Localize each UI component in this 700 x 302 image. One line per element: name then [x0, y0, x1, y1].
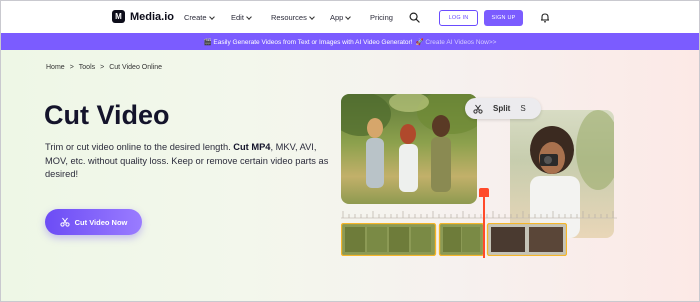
- login-button[interactable]: LOG IN: [439, 10, 478, 26]
- promo-banner: 🎬 Easily Generate Videos from Text or Im…: [1, 33, 699, 50]
- split-label: Split: [493, 104, 511, 113]
- timeline-ruler: [341, 211, 617, 219]
- split-shortcut-key: S: [520, 104, 526, 113]
- women-photo-illustration: [341, 94, 477, 192]
- hero-description: Trim or cut video online to the desired …: [45, 141, 340, 182]
- desc-bold: Cut MP4: [233, 142, 271, 152]
- chevron-down-icon: [309, 13, 315, 20]
- scissors-icon: [60, 217, 70, 227]
- nav-edit-label: Edit: [231, 13, 244, 22]
- nav-pricing[interactable]: Pricing: [370, 13, 393, 22]
- chevron-down-icon: [208, 13, 215, 20]
- page-frame: M Media.io Create Edit Resources App Pri…: [0, 0, 700, 302]
- chevron-down-icon: [246, 13, 252, 20]
- video-preview-image: [341, 94, 477, 204]
- nav-create[interactable]: Create: [184, 13, 215, 22]
- nav-edit[interactable]: Edit: [231, 13, 252, 22]
- bell-icon[interactable]: [540, 12, 550, 23]
- hero-section: Home > Tools > Cut Video Online Cut Vide…: [1, 50, 699, 301]
- breadcrumb-separator: >: [69, 64, 74, 71]
- nav-resources[interactable]: Resources: [271, 13, 315, 22]
- breadcrumb-home[interactable]: Home: [46, 64, 65, 71]
- nav-app-label: App: [330, 13, 344, 22]
- desc-text-1: Trim or cut video online to the desired …: [45, 142, 234, 152]
- scissors-icon: [473, 104, 483, 114]
- promo-cta-link[interactable]: 🚀 Create AI Videos Now>>: [416, 38, 497, 46]
- brand-logo[interactable]: M Media.io: [112, 10, 174, 23]
- breadcrumb: Home > Tools > Cut Video Online: [46, 64, 162, 71]
- playhead-line[interactable]: [483, 188, 485, 258]
- breadcrumb-separator: >: [100, 64, 105, 71]
- nav-resources-label: Resources: [271, 13, 307, 22]
- nav-app[interactable]: App: [330, 13, 352, 22]
- chevron-down-icon: [345, 13, 352, 20]
- nav-create-label: Create: [184, 13, 207, 22]
- search-icon[interactable]: [409, 12, 420, 23]
- cut-video-now-button[interactable]: Cut Video Now: [45, 209, 142, 235]
- breadcrumb-tools[interactable]: Tools: [79, 64, 95, 71]
- logo-mark-icon: M: [112, 10, 125, 23]
- nav-pricing-label: Pricing: [370, 13, 393, 22]
- breadcrumb-current: Cut Video Online: [109, 64, 163, 71]
- signup-button[interactable]: SIGN UP: [484, 10, 523, 26]
- brand-name: Media.io: [130, 10, 175, 23]
- split-tool-button[interactable]: Split S: [465, 98, 541, 119]
- promo-text: 🎬 Easily Generate Videos from Text or Im…: [203, 38, 413, 46]
- video-timeline[interactable]: [341, 223, 567, 256]
- page-title: Cut Video: [44, 100, 170, 130]
- cut-video-now-label: Cut Video Now: [74, 217, 128, 227]
- top-navbar: M Media.io Create Edit Resources App Pri…: [1, 1, 699, 33]
